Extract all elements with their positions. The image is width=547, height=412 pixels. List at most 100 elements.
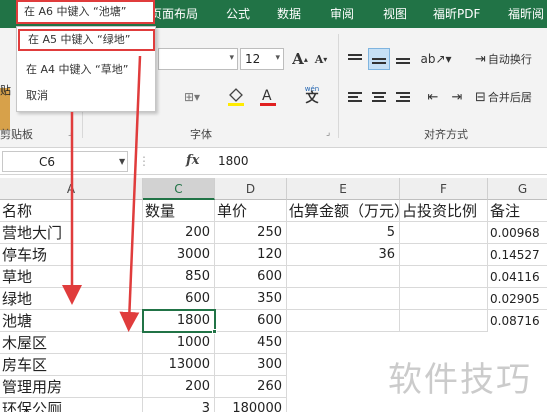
align-middle-button[interactable]	[368, 48, 390, 70]
font-name-combo[interactable]: ▾	[158, 48, 238, 70]
cell-f4[interactable]	[400, 266, 488, 288]
cell-f1[interactable]: 占投资比例	[400, 200, 488, 222]
column-header-a[interactable]: A	[0, 178, 143, 200]
cell-a2[interactable]: 营地大门	[0, 222, 143, 244]
tab-page-layout[interactable]: 页面布局	[150, 0, 198, 28]
cell-e10[interactable]	[287, 398, 400, 412]
borders-button[interactable]: ⊞▾	[180, 86, 204, 108]
cell-f6[interactable]	[400, 310, 488, 332]
cell-f3[interactable]	[400, 244, 488, 266]
tab-foxit-reader[interactable]: 福昕阅	[508, 0, 544, 28]
fill-handle[interactable]	[212, 329, 217, 334]
cell-d6[interactable]: 600	[215, 310, 287, 332]
cell-d9[interactable]: 260	[215, 376, 287, 398]
align-right-button[interactable]	[392, 86, 414, 108]
cell-a4[interactable]: 草地	[0, 266, 143, 288]
font-launcher-icon[interactable]: ⌟	[326, 128, 330, 138]
cell-a5[interactable]: 绿地	[0, 288, 143, 310]
column-header-d[interactable]: D	[215, 178, 287, 200]
orientation-button[interactable]: ab↗▾	[420, 48, 451, 70]
cell-e7[interactable]	[287, 332, 400, 354]
cell-a1[interactable]: 名称	[0, 200, 143, 222]
column-header-g[interactable]: G	[488, 178, 547, 200]
cell-c1[interactable]: 数量	[143, 200, 215, 222]
cell-d4[interactable]: 600	[215, 266, 287, 288]
merge-center-button[interactable]: ⊟ 合并后居	[474, 86, 546, 108]
grow-font-button[interactable]: A ▴	[290, 48, 310, 70]
tab-foxit-pdf[interactable]: 福昕PDF	[433, 0, 480, 28]
font-size-combo[interactable]: 12 ▾	[240, 48, 284, 70]
chevron-down-icon[interactable]: ▼	[119, 157, 125, 166]
align-bottom-button[interactable]	[392, 48, 414, 70]
cell-f5[interactable]	[400, 288, 488, 310]
cell-a9[interactable]: 管理用房	[0, 376, 143, 398]
cell-g4[interactable]: 0.04116	[488, 266, 547, 288]
decrease-indent-button[interactable]: ⇤	[422, 86, 444, 108]
cell-e4[interactable]	[287, 266, 400, 288]
cell-g5[interactable]: 0.02905	[488, 288, 547, 310]
cell-f2[interactable]	[400, 222, 488, 244]
shrink-font-button[interactable]: A ▾	[312, 48, 330, 70]
column-header-f[interactable]: F	[400, 178, 488, 200]
cell-g7[interactable]	[488, 332, 547, 354]
name-box[interactable]: C6 ▼	[2, 151, 128, 172]
cell-a6[interactable]: 池塘	[0, 310, 143, 332]
cell-a3[interactable]: 停车场	[0, 244, 143, 266]
menu-item-type-a6[interactable]: 在 A6 中键入 “池塘”	[16, 0, 155, 24]
cell-f7[interactable]	[400, 332, 488, 354]
column-header-c[interactable]: C	[143, 178, 215, 200]
insert-function-icon[interactable]: fx	[186, 153, 199, 168]
cell-c4[interactable]: 850	[143, 266, 215, 288]
menu-item-type-a5[interactable]: 在 A5 中键入 “绿地”	[18, 29, 155, 51]
clipboard-launcher-icon[interactable]: ⌟	[68, 128, 72, 138]
align-left-button[interactable]	[344, 86, 366, 108]
chevron-down-icon[interactable]: ▾	[275, 53, 280, 63]
fill-color-button[interactable]	[224, 86, 250, 108]
cell-d3[interactable]: 120	[215, 244, 287, 266]
cell-c2[interactable]: 200	[143, 222, 215, 244]
formula-input[interactable]: 1800	[218, 154, 249, 168]
cell-e2[interactable]: 5	[287, 222, 400, 244]
cell-e3[interactable]: 36	[287, 244, 400, 266]
cell-c6[interactable]: 1800	[143, 310, 215, 332]
phonetic-button[interactable]: wén 文	[298, 83, 326, 105]
cell-g3[interactable]: 0.14527	[488, 244, 547, 266]
cell-d8[interactable]: 300	[215, 354, 287, 376]
cell-e8[interactable]	[287, 354, 400, 376]
cell-g2[interactable]: 0.00968	[488, 222, 547, 244]
cell-e6[interactable]	[287, 310, 400, 332]
cell-a8[interactable]: 房车区	[0, 354, 143, 376]
cell-e5[interactable]	[287, 288, 400, 310]
cell-c8[interactable]: 13000	[143, 354, 215, 376]
cell-d1[interactable]: 单价	[215, 200, 287, 222]
cell-c7[interactable]: 1000	[143, 332, 215, 354]
cell-c9[interactable]: 200	[143, 376, 215, 398]
menu-item-cancel[interactable]: 取消	[18, 85, 155, 107]
cell-a7[interactable]: 木屋区	[0, 332, 143, 354]
font-color-button[interactable]: A	[256, 86, 282, 108]
cell-c10[interactable]: 3	[143, 398, 215, 412]
cell-d2[interactable]: 250	[215, 222, 287, 244]
align-top-button[interactable]	[344, 48, 366, 70]
column-header-e[interactable]: E	[287, 178, 400, 200]
tab-formulas[interactable]: 公式	[226, 0, 250, 28]
wrap-text-button[interactable]: ⇥ 自动换行	[474, 48, 546, 70]
menu-item-type-a4[interactable]: 在 A4 中键入 “草地”	[18, 59, 155, 81]
cell-d5[interactable]: 350	[215, 288, 287, 310]
paste-button-label[interactable]: 贴	[0, 82, 11, 98]
cell-e1[interactable]: 估算金额（万元）	[287, 200, 400, 222]
cell-g6[interactable]: 0.08716	[488, 310, 547, 332]
cell-d10[interactable]: 180000	[215, 398, 287, 412]
chevron-down-icon[interactable]: ▾	[229, 53, 234, 63]
tab-data[interactable]: 数据	[277, 0, 301, 28]
cell-c3[interactable]: 3000	[143, 244, 215, 266]
align-center-button[interactable]	[368, 86, 390, 108]
tab-view[interactable]: 视图	[383, 0, 407, 28]
cell-e9[interactable]	[287, 376, 400, 398]
cell-d7[interactable]: 450	[215, 332, 287, 354]
cell-c5[interactable]: 600	[143, 288, 215, 310]
tab-review[interactable]: 审阅	[330, 0, 354, 28]
increase-indent-button[interactable]: ⇥	[446, 86, 468, 108]
cell-g1[interactable]: 备注	[488, 200, 547, 222]
cell-a10[interactable]: 环保公厕	[0, 398, 143, 412]
